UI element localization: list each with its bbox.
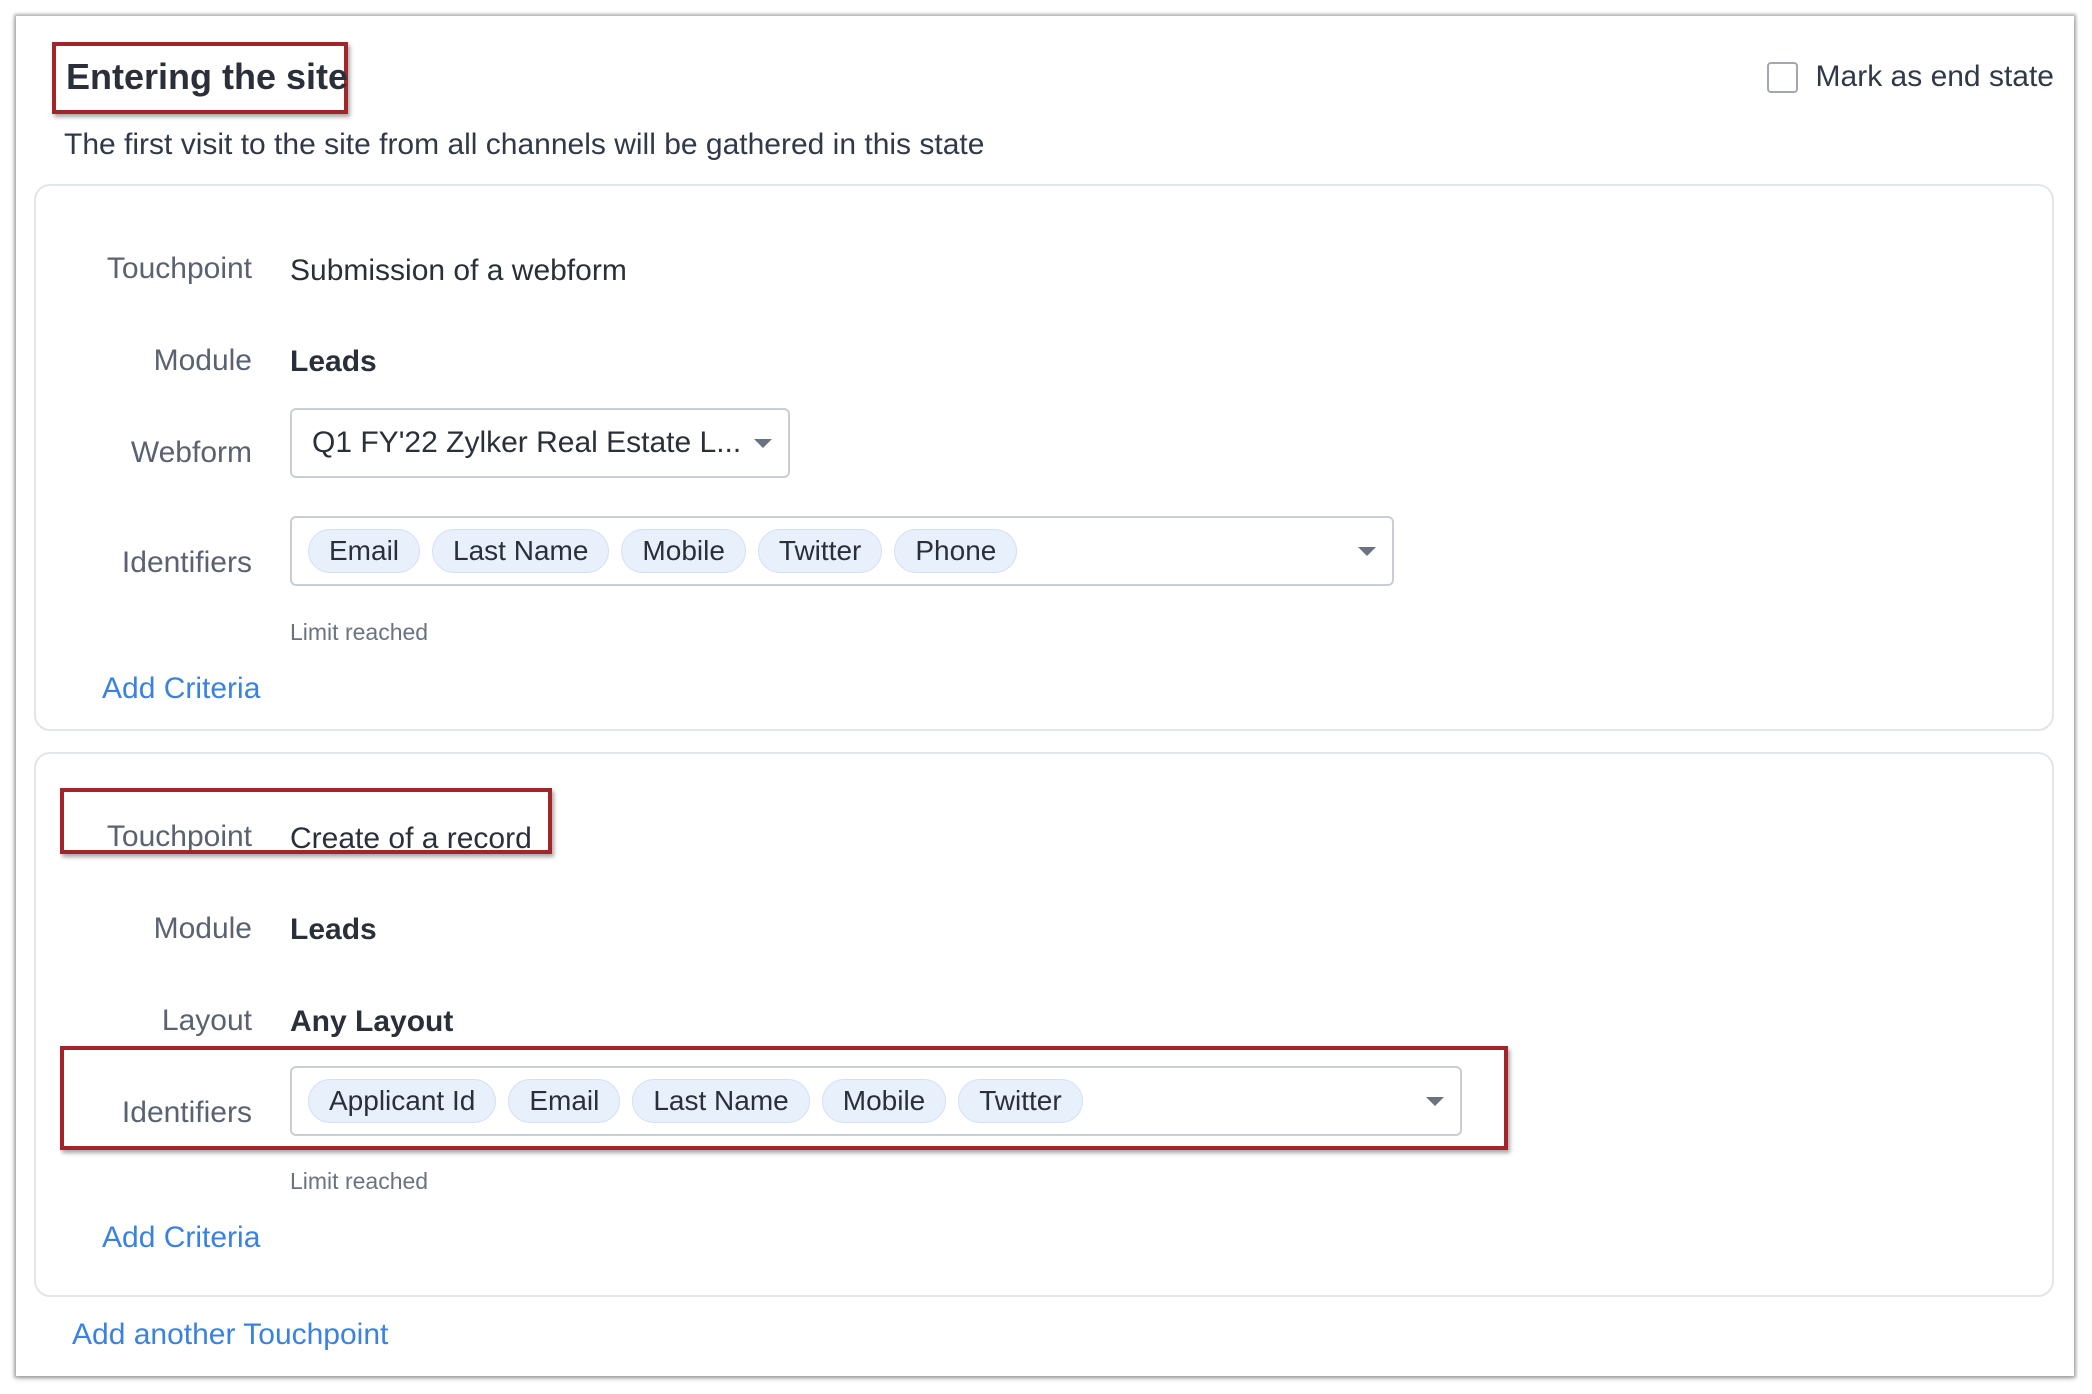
module-value: Leads xyxy=(290,913,377,946)
touchpoint-value: Submission of a webform xyxy=(290,254,627,287)
add-touchpoint-link[interactable]: Add another Touchpoint xyxy=(72,1318,388,1352)
identifiers-label: Identifiers xyxy=(121,546,252,579)
end-state-checkbox[interactable] xyxy=(1766,61,1798,93)
end-state-label: Mark as end state xyxy=(1815,60,2054,93)
limit-reached-note: Limit reached xyxy=(290,1168,429,1194)
chevron-down-icon xyxy=(1358,547,1376,556)
layout-label: Layout xyxy=(161,1004,252,1037)
touchpoint-highlight-box xyxy=(60,788,552,854)
layout-value: Any Layout xyxy=(290,1005,454,1038)
identifier-chip[interactable]: Phone xyxy=(894,529,1018,573)
add-criteria-link[interactable]: Add Criteria xyxy=(102,1221,260,1255)
identifiers-highlight-box xyxy=(60,1046,1508,1150)
state-panel: Entering the site Mark as end state The … xyxy=(16,16,2074,1376)
identifiers-multiselect[interactable]: Email Last Name Mobile Twitter Phone xyxy=(290,516,1394,586)
touchpoint-label: Touchpoint xyxy=(106,252,252,285)
limit-reached-note: Limit reached xyxy=(290,619,429,645)
identifier-chip[interactable]: Email xyxy=(308,529,421,573)
touchpoint-card-1: Touchpoint Submission of a webform Modul… xyxy=(34,184,2054,731)
chevron-down-icon xyxy=(754,439,772,448)
identifier-chip[interactable]: Mobile xyxy=(621,529,746,573)
add-criteria-link[interactable]: Add Criteria xyxy=(102,672,260,706)
webform-label: Webform xyxy=(130,436,252,469)
state-description: The first visit to the site from all cha… xyxy=(64,128,985,161)
module-label: Module xyxy=(153,912,252,945)
webform-select[interactable]: Q1 FY'22 Zylker Real Estate L... xyxy=(290,408,790,478)
module-label: Module xyxy=(153,344,252,377)
state-title: Entering the site xyxy=(66,56,349,97)
identifier-chip[interactable]: Twitter xyxy=(757,529,883,573)
end-state-toggle[interactable]: Mark as end state xyxy=(1766,60,2054,94)
webform-selected-value: Q1 FY'22 Zylker Real Estate L... xyxy=(312,426,742,459)
identifier-chip[interactable]: Last Name xyxy=(432,529,610,573)
module-value: Leads xyxy=(290,345,377,378)
